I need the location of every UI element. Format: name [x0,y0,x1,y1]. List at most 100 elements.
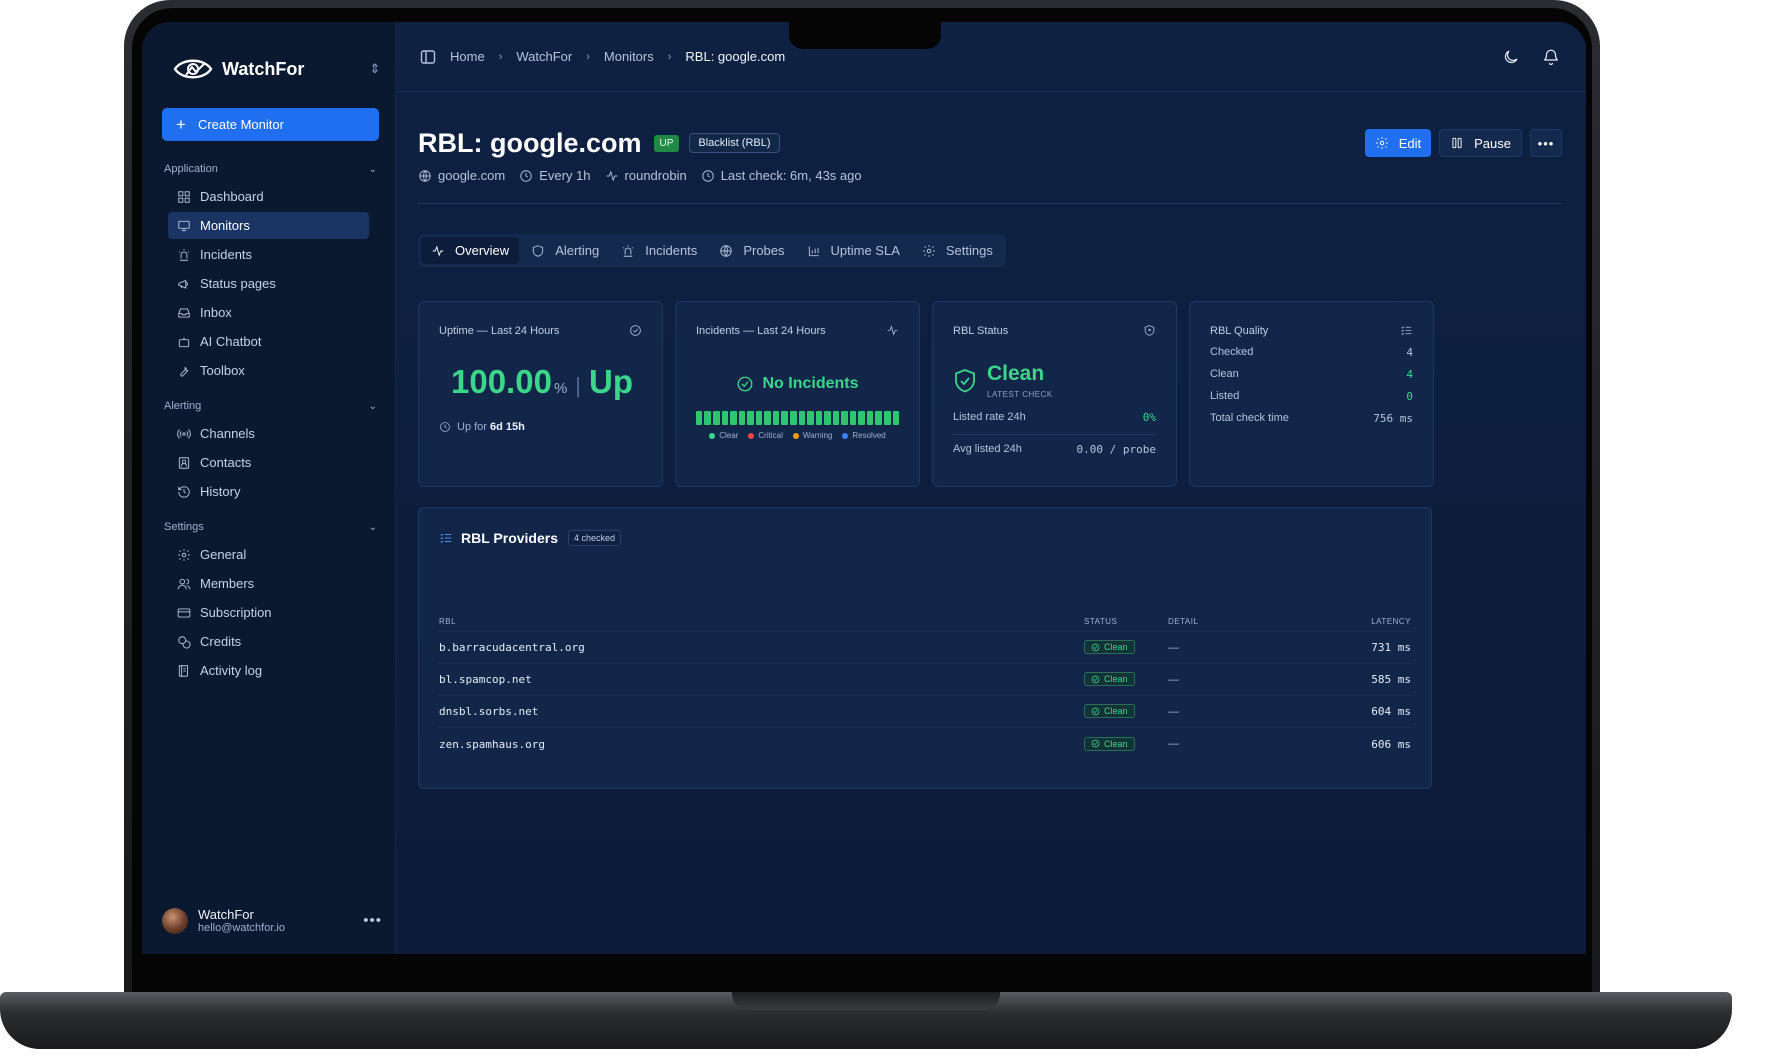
nav-section-application: Application ⌄ Dashboard Monitors Incidents St… [162,157,385,384]
timeline-bar[interactable] [858,411,865,425]
timeline-bar[interactable] [883,411,891,425]
breadcrumb-item[interactable]: Home [450,49,485,64]
chevron-right-icon: › [498,50,503,63]
timeline-bar[interactable] [747,411,754,425]
sidebar-item-label: Contacts [200,455,252,470]
timeline-bar[interactable] [875,411,882,425]
timeline-bar[interactable] [832,411,840,425]
users-icon [176,576,192,592]
monitor-meta: google.com Every 1h roundrobin Last chec… [418,168,1562,204]
timeline-bar[interactable] [866,411,874,425]
legend-label: Resolved [852,431,886,440]
sidebar-item-inbox[interactable]: Inbox [168,299,369,326]
uptime-duration: Up for 6d 15h [439,421,642,433]
sidebar-item-label: History [200,484,241,499]
rbl-quality-card-header: RBL Quality [1210,324,1413,337]
timeline-bar[interactable] [764,411,771,425]
avatar [162,907,188,934]
tab-alerting[interactable]: Alerting [521,237,609,264]
sidebar-item-label: Members [200,576,255,591]
globe-icon [419,169,431,182]
sidebar: WatchFor ⇕ + Create Monitor Application ⌄… [142,22,396,954]
sidebar-item-monitors[interactable]: Monitors [168,212,369,239]
timeline-bar[interactable] [824,411,831,425]
user-menu[interactable]: WatchFor hello@watchfor.io ••• [162,907,382,934]
sidebar-item-ai-chatbot[interactable]: AI Chatbot [168,328,369,355]
timeline-bar[interactable] [695,411,703,425]
status-badge: Clean [1084,704,1135,719]
rbl-host: dnsbl.sorbs.net [439,705,539,718]
sidebar-item-label: General [200,547,247,562]
bell-icon[interactable] [1542,48,1560,66]
sidebar-item-subscription[interactable]: Subscription [168,599,369,626]
timeline-bar[interactable] [730,411,737,425]
sidebar-item-toolbox[interactable]: Toolbox [168,357,369,384]
sidebar-toggle-icon[interactable] [420,49,436,65]
timeline-bar[interactable] [892,411,900,425]
table-row[interactable]: zen.spamhaus.org Clean — 606 ms [439,728,1411,760]
timeline-bar[interactable] [713,411,720,425]
tab-label: Probes [743,243,785,258]
create-monitor-button[interactable]: + Create Monitor [162,108,379,141]
sidebar-item-credits[interactable]: Credits [168,628,369,655]
more-actions-button[interactable]: ••• [1530,129,1562,157]
tab-probes[interactable]: Probes [709,237,794,264]
tab-overview[interactable]: Overview [421,237,520,264]
tab-uptime-sla[interactable]: Uptime SLA [797,237,910,264]
user-email: hello@watchfor.io [198,921,285,934]
sidebar-item-label: AI Chatbot [200,334,262,349]
legend-label: Warning [802,431,833,440]
legend-item: Warning [792,431,833,440]
sidebar-item-general[interactable]: General [168,541,369,568]
column-status: STATUS [1084,617,1118,626]
sidebar-item-channels[interactable]: Channels [168,420,369,447]
more-horizontal-icon[interactable]: ••• [363,912,382,929]
siren-icon [179,248,189,261]
sidebar-item-history[interactable]: History [168,478,369,505]
meta-last-check: Last check: 6m, 43s ago [701,168,862,183]
rbl-providers-title: RBL Providers [461,530,558,546]
table-row[interactable]: bl.spamcop.net Clean — 585 ms [439,664,1411,696]
sidebar-item-dashboard[interactable]: Dashboard [168,183,369,210]
timeline-bar[interactable] [772,411,780,425]
timeline-bar[interactable] [798,411,806,425]
tab-settings[interactable]: Settings [912,237,1003,264]
timeline-bar[interactable] [789,411,797,425]
meta-strategy: roundrobin [605,168,687,183]
sidebar-item-activity-log[interactable]: Activity log [168,657,369,684]
sidebar-item-incidents[interactable]: Incidents [168,241,369,268]
timeline-bar[interactable] [849,411,857,425]
nav-section-title: Alerting [164,400,202,412]
timeline-bar[interactable] [755,411,763,425]
users-icon [177,578,191,589]
status-badge: Clean [1084,736,1135,751]
timeline-bar[interactable] [704,411,712,425]
brand-switcher[interactable]: WatchFor ⇕ [162,52,385,86]
timeline-bar[interactable] [815,411,823,425]
no-incidents-label: No Incidents [762,375,859,392]
table-row[interactable]: dnsbl.sorbs.net Clean — 604 ms [439,696,1411,728]
breadcrumb-item[interactable]: WatchFor [516,49,572,64]
timeline-bar[interactable] [781,411,788,425]
moon-icon[interactable] [1502,48,1520,66]
table-row[interactable]: b.barracudacentral.org Clean — 731 ms [439,632,1411,664]
timeline-bar[interactable] [807,411,814,425]
incident-legend: Clear Critical Warning Resolved [696,431,899,440]
tab-incidents[interactable]: Incidents [611,237,707,264]
nav-section-header[interactable]: Alerting ⌄ [162,394,385,418]
sidebar-item-status-pages[interactable]: Status pages [168,270,369,297]
nav-section-header[interactable]: Application ⌄ [162,157,385,181]
timeline-bar[interactable] [841,411,848,425]
breadcrumb-item[interactable]: Monitors [604,49,654,64]
monitor-detail: RBL: google.com UP Blacklist (RBL) Edit … [396,92,1586,789]
pause-button[interactable]: Pause [1439,129,1522,157]
timeline-bar[interactable] [738,411,746,425]
sidebar-item-members[interactable]: Members [168,570,369,597]
sidebar-item-contacts[interactable]: Contacts [168,449,369,476]
nav-section-header[interactable]: Settings ⌄ [162,515,385,539]
edit-button[interactable]: Edit [1364,129,1432,157]
type-badge: Blacklist (RBL) [689,133,780,153]
tab-label: Incidents [645,243,698,258]
timeline-bar[interactable] [721,411,729,425]
meta-host-value: google.com [438,168,506,183]
